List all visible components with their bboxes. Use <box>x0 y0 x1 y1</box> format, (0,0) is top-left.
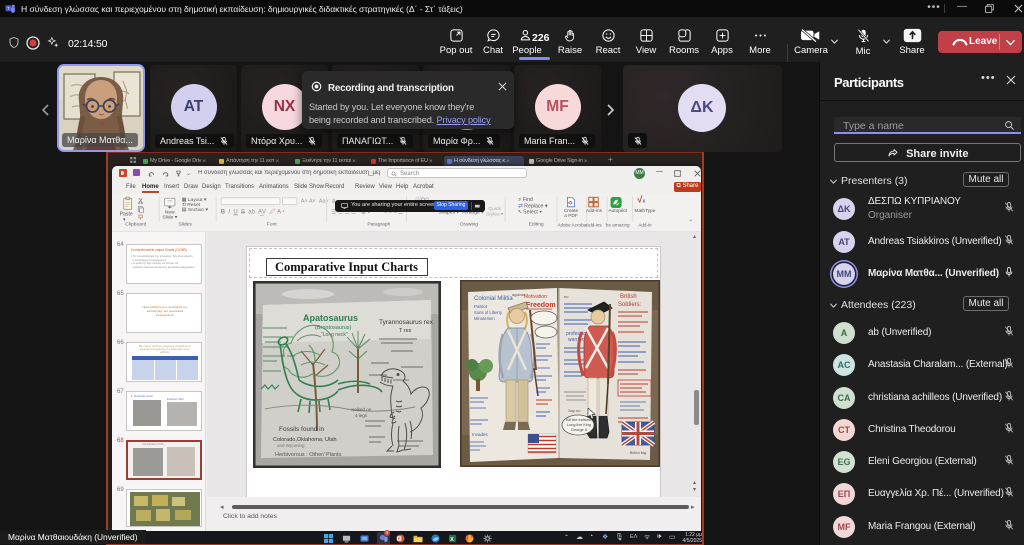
svg-text:T rex: T rex <box>399 328 412 334</box>
svg-text:Fossils found in: Fossils found in <box>279 426 325 433</box>
svg-text:no: no <box>564 294 569 299</box>
svg-text:Say no: Say no <box>568 408 581 413</box>
svg-text:warriors: warriors <box>568 337 586 343</box>
svg-text:P: P <box>398 536 401 541</box>
svg-text:Colonial Militia: Colonial Militia <box>474 296 513 302</box>
svg-text:Invades: Invades <box>472 432 489 437</box>
svg-text:Minutemen: Minutemen <box>474 316 495 321</box>
svg-text:walked on: walked on <box>351 407 372 412</box>
svg-text:Long live King: Long live King <box>567 423 591 427</box>
svg-text:(Brontosaurus): (Brontosaurus) <box>315 325 352 331</box>
svg-text:Patriot: Patriot <box>474 304 488 309</box>
svg-text:X: X <box>450 536 454 542</box>
svg-text:Apatosaurus: Apatosaurus <box>303 313 358 323</box>
svg-text:"Long neck": "Long neck" <box>321 332 348 338</box>
svg-text:Soldiers:: Soldiers: <box>618 302 642 308</box>
svg-text:Tyrannosaurus rex: Tyrannosaurus rex <box>379 319 434 326</box>
svg-text:British flag: British flag <box>630 451 646 455</box>
svg-text:George II: George II <box>571 428 587 432</box>
svg-text:and Wyoming: and Wyoming <box>277 443 305 448</box>
svg-text:Motivation:: Motivation: <box>524 294 548 300</box>
svg-text:Sons of Liberty: Sons of Liberty <box>474 310 503 315</box>
svg-text:Freedom: Freedom <box>526 302 556 309</box>
svg-text:Herbivorous : Other/ Plants: Herbivorous : Other/ Plants <box>275 452 342 458</box>
svg-text:4 legs: 4 legs <box>355 413 368 418</box>
svg-text:British: British <box>620 294 637 300</box>
